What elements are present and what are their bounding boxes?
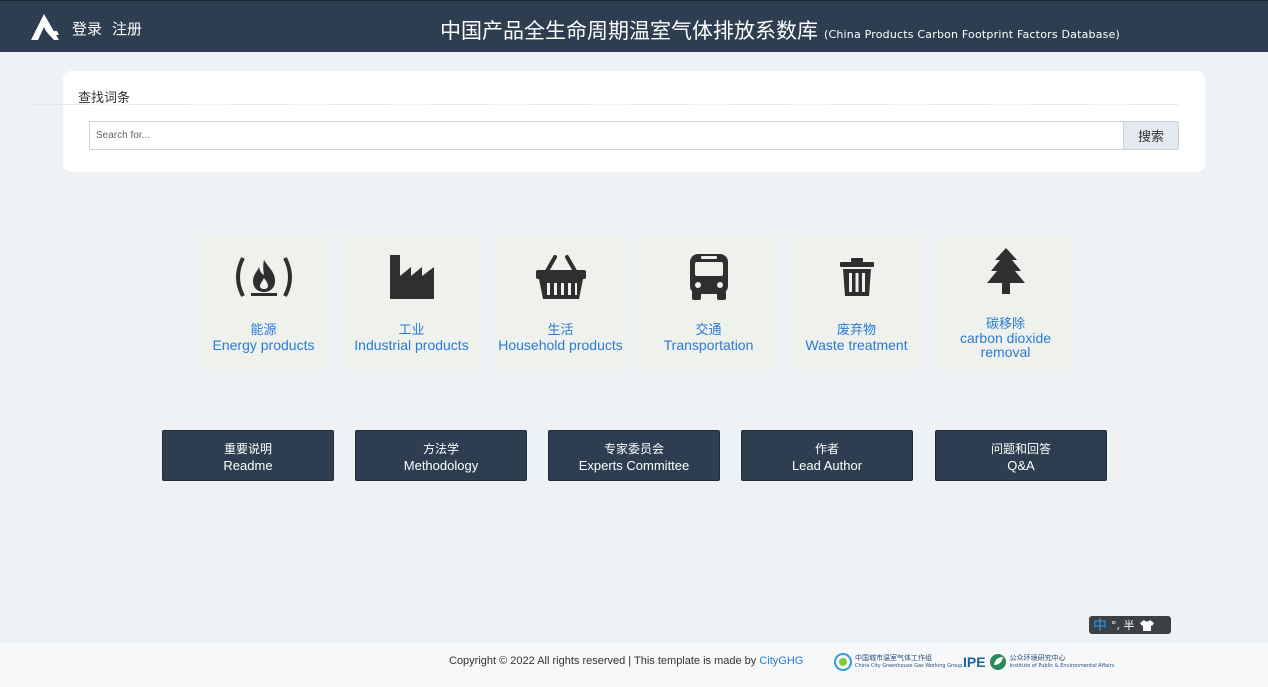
category-household[interactable]: 生活 Household products [494, 236, 627, 370]
category-label-en: Household products [498, 337, 623, 353]
methodology-button[interactable]: 方法学 Methodology [355, 430, 527, 481]
category-label-en: Energy products [212, 337, 315, 353]
basket-icon [494, 250, 627, 304]
button-label-en: Q&A [1007, 458, 1035, 473]
ipe-mark: IPE [963, 654, 986, 670]
search-input[interactable] [89, 121, 1123, 150]
button-label-en: Readme [223, 458, 273, 473]
logo-icon[interactable] [30, 13, 60, 41]
button-label-cn: 方法学 [422, 442, 459, 456]
partner-logo-citywg[interactable]: 中国城市温室气体工作组 China City Greenhouse Gas Wo… [834, 651, 962, 673]
page-title: 中国产品全生命周期温室气体排放系数库 (China Products Carbon… [440, 15, 1120, 45]
category-label-cn: 生活 [547, 323, 574, 338]
login-link[interactable]: 登录 [72, 18, 102, 39]
button-label-en: Experts Committee [578, 458, 690, 473]
bus-icon [642, 250, 775, 304]
ime-options[interactable]: °, 半 [1111, 617, 1135, 633]
category-industrial[interactable]: 工业 Industrial products [345, 236, 478, 370]
register-link[interactable]: 注册 [112, 18, 142, 39]
category-label-cn: 交通 [695, 323, 722, 338]
category-label-en: Transportation [663, 337, 754, 353]
category-label-en: Industrial products [354, 337, 469, 353]
button-label-cn: 重要说明 [223, 442, 272, 456]
globe-icon [834, 653, 852, 671]
qa-button[interactable]: 问题和回答 Q&A [935, 430, 1107, 481]
top-navbar: 登录 注册 中国产品全生命周期温室气体排放系数库 (China Products … [0, 0, 1268, 52]
title-en: (China Products Carbon Footprint Factors… [824, 28, 1121, 41]
search-card: 查找词条 搜索 [63, 71, 1205, 172]
partner-logo-ipe[interactable]: IPE 公众环境研究中心 Institute of Public & Envir… [963, 651, 1114, 673]
lead-author-button[interactable]: 作者 Lead Author [741, 430, 913, 481]
category-transportation[interactable]: 交通 Transportation [642, 236, 775, 370]
partner1-name: 中国城市温室气体工作组 [855, 654, 932, 662]
ime-mode[interactable]: 中 [1093, 615, 1107, 635]
button-label-en: Lead Author [791, 458, 863, 473]
category-label-cn: 工业 [398, 323, 425, 338]
partner1-name-en: China City Greenhouse Gas Working Group [855, 663, 963, 669]
search-divider [30, 104, 1178, 105]
button-label-en: Methodology [403, 458, 479, 473]
footer: Copyright © 2022 All rights reserved | T… [0, 643, 1268, 687]
category-label-en: carbon dioxide removal [959, 330, 1052, 360]
copyright-label: Copyright © 2022 All rights reserved | T… [449, 655, 760, 667]
experts-committee-button[interactable]: 专家委员会 Experts Committee [548, 430, 720, 481]
trash-icon [790, 250, 923, 304]
category-label-en: Waste treatment [805, 337, 908, 353]
category-waste[interactable]: 废弃物 Waste treatment [790, 236, 923, 370]
button-label-cn: 作者 [814, 442, 839, 456]
category-carbon-removal[interactable]: 碳移除 carbon dioxide removal [939, 236, 1072, 370]
button-label-cn: 问题和回答 [990, 442, 1051, 456]
shirt-icon[interactable] [1139, 619, 1155, 632]
title-cn: 中国产品全生命周期温室气体排放系数库 [440, 19, 818, 43]
copyright-text: Copyright © 2022 All rights reserved | T… [449, 655, 803, 667]
button-label-cn: 专家委员会 [603, 442, 664, 456]
ime-status-bar[interactable]: 中 °, 半 [1089, 616, 1171, 634]
partner2-name-en: Institute of Public & Environmental Affa… [1009, 663, 1115, 669]
search-button[interactable]: 搜索 [1123, 121, 1179, 150]
category-label-cn: 能源 [250, 323, 277, 338]
partner2-name: 公众环境研究中心 [1009, 654, 1066, 662]
category-energy[interactable]: 能源 Energy products [197, 236, 330, 370]
cityghg-link[interactable]: CityGHG [759, 655, 803, 667]
category-label-cn: 废弃物 [836, 323, 876, 338]
tree-icon [939, 244, 1072, 298]
search-box: 搜索 [89, 121, 1179, 150]
leaf-icon [989, 654, 1006, 670]
factory-icon [345, 250, 478, 304]
readme-button[interactable]: 重要说明 Readme [162, 430, 334, 481]
fire-icon [197, 250, 330, 304]
